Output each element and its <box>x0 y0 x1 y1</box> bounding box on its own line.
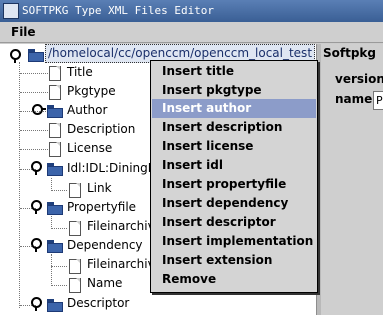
file-icon <box>69 183 81 198</box>
menu-item-insert-extension[interactable]: Insert extension <box>152 251 316 270</box>
folder-open-icon <box>47 299 63 312</box>
folder-open-icon <box>47 163 63 176</box>
folder-open-icon <box>28 49 44 62</box>
title-bar: SOFTPKG Type XML Files Editor <box>0 0 383 23</box>
file-icon <box>69 259 81 274</box>
folder-icon <box>47 105 63 118</box>
menu-item-insert-license[interactable]: Insert license <box>152 137 316 156</box>
expand-toggle-icon[interactable] <box>10 49 21 63</box>
tree-item-license[interactable]: License <box>67 139 112 158</box>
menu-file[interactable]: File <box>11 25 36 39</box>
tree-item-name[interactable]: Name <box>87 274 122 293</box>
file-icon <box>49 66 61 81</box>
file-icon <box>49 85 61 100</box>
tree-item-propertyfile[interactable]: Propertyfile <box>67 198 136 217</box>
tree-item-author[interactable]: Author <box>67 101 107 120</box>
menu-item-insert-author[interactable]: Insert author <box>152 99 316 118</box>
tree-item-description[interactable]: Description <box>67 120 135 139</box>
file-icon <box>69 278 81 293</box>
menu-item-insert-descriptor[interactable]: Insert descriptor <box>152 213 316 232</box>
collapse-toggle-icon[interactable] <box>31 297 42 311</box>
file-icon <box>49 123 61 138</box>
version-label: version <box>335 72 383 86</box>
tree-item-link[interactable]: Link <box>87 179 112 198</box>
menu-item-insert-implementation[interactable]: Insert implementation <box>152 232 316 251</box>
menu-item-insert-idl[interactable]: Insert idl <box>152 156 316 175</box>
tree-item-descriptor[interactable]: Descriptor <box>67 294 129 313</box>
window-title: SOFTPKG Type XML Files Editor <box>22 4 215 17</box>
folder-open-icon <box>47 240 63 253</box>
expand-toggle-icon[interactable] <box>32 104 46 115</box>
tree-item-title[interactable]: Title <box>67 63 93 82</box>
file-icon <box>69 221 81 236</box>
file-icon <box>49 142 61 157</box>
menu-item-insert-dependency[interactable]: Insert dependency <box>152 194 316 213</box>
tree-item-pkgtype[interactable]: Pkgtype <box>67 82 116 101</box>
tree-item-dependency[interactable]: Dependency <box>67 236 143 255</box>
collapse-toggle-icon[interactable] <box>31 238 42 252</box>
menu-item-insert-propertyfile[interactable]: Insert propertyfile <box>152 175 316 194</box>
name-field[interactable]: P <box>373 91 383 110</box>
folder-open-icon <box>47 202 63 215</box>
collapse-toggle-icon[interactable] <box>31 161 42 175</box>
panel-header: Softpkg <box>323 46 377 60</box>
menu-bar: File <box>0 22 383 43</box>
menu-item-insert-title[interactable]: Insert title <box>152 62 316 81</box>
menu-item-insert-pkgtype[interactable]: Insert pkgtype <box>152 81 316 100</box>
collapse-toggle-icon[interactable] <box>31 200 42 214</box>
window-menu-icon[interactable] <box>3 3 19 19</box>
menu-item-remove[interactable]: Remove <box>152 270 316 289</box>
menu-item-insert-description[interactable]: Insert description <box>152 118 316 137</box>
properties-panel: Softpkg version name : P <box>321 44 383 315</box>
context-menu: Insert title Insert pkgtype Insert autho… <box>150 60 318 293</box>
